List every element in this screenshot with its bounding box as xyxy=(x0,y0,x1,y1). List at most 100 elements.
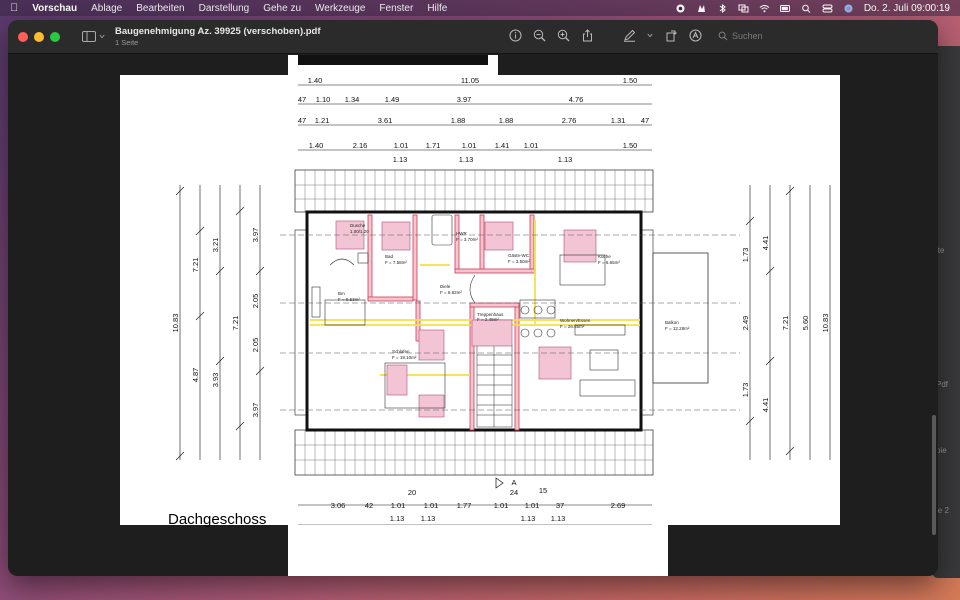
dimension-label: 2.05 xyxy=(251,294,260,309)
dimension-label: 1.40 xyxy=(309,141,324,150)
vertical-scrollbar[interactable] xyxy=(932,415,936,535)
dimension-label: 2.16 xyxy=(353,141,368,150)
menu-hilfe[interactable]: Hilfe xyxy=(427,3,447,14)
dimension-label: 1.73 xyxy=(741,383,750,398)
menu-ablage[interactable]: Ablage xyxy=(91,3,122,14)
fullscreen-window-button[interactable] xyxy=(50,31,60,42)
dimension-label: 1.50 xyxy=(623,76,638,85)
search-field[interactable] xyxy=(718,28,818,44)
dimension-label: 1.88 xyxy=(451,116,466,125)
window-titlebar: Baugenehmigung Az. 39925 (verschoben).pd… xyxy=(8,20,938,54)
room-area: F = 2.48m² xyxy=(477,317,499,322)
room-area: 1.00/1.20 xyxy=(350,229,369,234)
rotate-icon[interactable] xyxy=(664,28,678,42)
dimension-label: 1.01 xyxy=(462,141,477,150)
dimension-label: 1.71 xyxy=(426,141,441,150)
bluetooth-icon[interactable] xyxy=(717,3,728,13)
dimension-label: 37 xyxy=(556,501,564,510)
dimension-label: 10.83 xyxy=(821,314,830,333)
close-window-button[interactable] xyxy=(18,31,28,42)
previous-page-edge-line xyxy=(298,55,488,65)
dimension-label: 7.21 xyxy=(231,316,240,331)
dimension-label: 1.13 xyxy=(421,514,436,523)
wifi-icon[interactable] xyxy=(759,4,770,13)
minimize-window-button[interactable] xyxy=(34,31,44,42)
zoom-out-icon[interactable] xyxy=(532,28,546,42)
room-name: Balkon xyxy=(665,320,679,325)
battery-icon[interactable] xyxy=(779,4,791,13)
apple-menu-icon[interactable]:  xyxy=(10,2,18,14)
menu-gehe-zu[interactable]: Gehe zu xyxy=(263,3,301,14)
dimension-label: 5.60 xyxy=(801,316,810,331)
room-name: Bm xyxy=(338,291,345,296)
menu-clock[interactable]: Do. 2. Juli 09:00:19 xyxy=(864,3,950,14)
sidebar-toggle-button[interactable] xyxy=(82,31,105,42)
room-area: F = 3.70m² xyxy=(456,237,478,242)
menu-app-name[interactable]: Vorschau xyxy=(32,3,77,14)
menu-bearbeiten[interactable]: Bearbeiten xyxy=(136,3,184,14)
window-switch-icon[interactable] xyxy=(738,4,749,13)
dimension-label: 2.69 xyxy=(611,501,626,510)
next-page-edge xyxy=(288,525,668,576)
room-name: Schlafen xyxy=(392,349,410,354)
siri-icon[interactable] xyxy=(843,4,854,13)
menu-fenster[interactable]: Fenster xyxy=(379,3,413,14)
room-area: F = 6.65m² xyxy=(598,260,620,265)
dimension-label: 47 xyxy=(298,95,306,104)
dimension-label: 4.41 xyxy=(761,398,770,413)
room-name: Dusche xyxy=(350,223,366,228)
dimension-label: 1.01 xyxy=(524,141,539,150)
room-name: Bad xyxy=(385,254,394,259)
sidebar-icon xyxy=(82,31,96,42)
room-area: F = 9.53m² xyxy=(338,297,360,302)
dimension-label: 1.01 xyxy=(391,501,406,510)
room-name: Gäste-WC xyxy=(508,253,530,258)
menu-werkzeuge[interactable]: Werkzeuge xyxy=(315,3,365,14)
dimension-label: 1.13 xyxy=(558,155,573,164)
dimension-label: 1.13 xyxy=(393,155,408,164)
chevron-down-icon[interactable] xyxy=(646,28,654,42)
document-page-count: 1 Seite xyxy=(115,38,139,47)
share-icon[interactable] xyxy=(580,28,594,42)
dimension-label: 3.97 xyxy=(251,403,260,418)
control-center-icon[interactable] xyxy=(822,4,833,13)
markup-pen-icon[interactable] xyxy=(622,28,636,42)
dimension-label: 1.13 xyxy=(390,514,405,523)
chevron-down-icon xyxy=(99,34,105,39)
dimension-label: 1.73 xyxy=(741,248,750,263)
dimension-label: 3.21 xyxy=(211,238,220,253)
search-icon[interactable] xyxy=(801,4,812,13)
floor-plan-drawing: 1.40 11.05 1.50 47 1.10 1.34 1.49 3.97 4… xyxy=(171,76,831,525)
document-viewport[interactable]: 1.40 11.05 1.50 47 1.10 1.34 1.49 3.97 4… xyxy=(8,55,938,576)
dimension-label: 47 xyxy=(298,116,306,125)
room-name: HWR xyxy=(456,231,467,236)
section-marker: 20 24 15 A xyxy=(408,477,547,497)
info-icon[interactable] xyxy=(508,28,522,42)
section-label: 15 xyxy=(539,486,547,495)
dimension-label: 1.31 xyxy=(611,116,626,125)
search-icon xyxy=(718,31,728,41)
markup-toolbar-icon[interactable] xyxy=(688,28,702,42)
dimension-label: 1.01 xyxy=(394,141,409,150)
dimension-label: 1.88 xyxy=(499,116,514,125)
app-status-icon[interactable] xyxy=(696,4,707,13)
room-area: F = 19.10m² xyxy=(392,355,417,360)
dimension-label: 47 xyxy=(641,116,649,125)
dimension-label: 7.21 xyxy=(781,316,790,331)
zoom-in-icon[interactable] xyxy=(556,28,570,42)
dimension-label: 3.06 xyxy=(331,501,346,510)
room-area: F = 3.50m² xyxy=(508,259,530,264)
dimension-label: 2.76 xyxy=(562,116,577,125)
room-name: Küche xyxy=(598,254,611,259)
pdf-page: 1.40 11.05 1.50 47 1.10 1.34 1.49 3.97 4… xyxy=(120,75,840,528)
dimension-label: 1.01 xyxy=(525,501,540,510)
room-area: F = 7.58m² xyxy=(385,260,407,265)
record-icon[interactable] xyxy=(675,4,686,13)
document-title: Baugenehmigung Az. 39925 (verschoben).pd… xyxy=(115,26,321,37)
section-label: A xyxy=(511,478,516,487)
dimension-label: 1.01 xyxy=(494,501,509,510)
dimension-label: 2.49 xyxy=(741,316,750,331)
search-input[interactable] xyxy=(732,31,802,41)
menu-darstellung[interactable]: Darstellung xyxy=(199,3,250,14)
room-area: F = 6.82m² xyxy=(440,290,462,295)
